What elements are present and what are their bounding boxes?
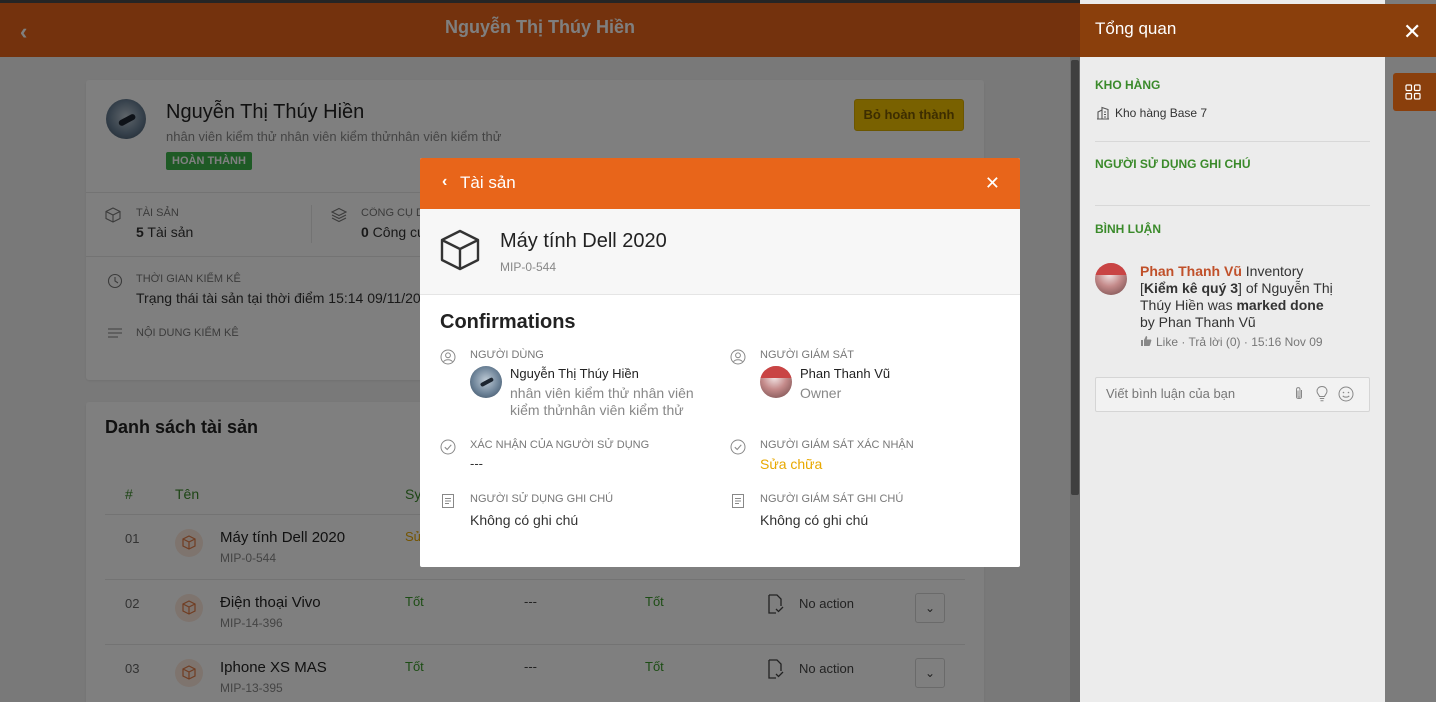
chevron-left-icon[interactable]: ‹: [442, 173, 447, 191]
modal-title: Tài sản: [460, 173, 516, 192]
comment-author[interactable]: Phan Thanh Vũ: [1140, 263, 1242, 279]
user-note-value: Không có ghi chú: [470, 512, 579, 528]
comment-avatar: [1095, 263, 1127, 295]
supervisor-role: Owner: [800, 385, 842, 401]
supervisor-confirm-label: NGƯỜI GIÁM SÁT XÁC NHẬN: [760, 439, 914, 451]
asset-summary: Máy tính Dell 2020 MIP-0-544: [420, 209, 1020, 295]
asset-code: MIP-0-544: [500, 260, 557, 274]
user-icon: [440, 349, 456, 365]
divider: [1095, 141, 1370, 142]
check-circle-icon: [440, 439, 456, 455]
box-icon: [440, 229, 480, 271]
side-rail-header: ✕: [1385, 4, 1436, 57]
user-role-line-2: kiểm thửnhân viên kiểm thử: [510, 402, 684, 418]
user-role-line-1: nhân viên kiểm thử nhân viên: [510, 385, 694, 401]
note-icon: [732, 494, 744, 508]
overview-header: Tổng quan: [1080, 4, 1385, 57]
supervisor-label: NGƯỜI GIÁM SÁT: [760, 349, 854, 361]
supervisor-note-value: Không có ghi chú: [760, 512, 869, 528]
user-confirm-value: ---: [470, 456, 483, 471]
confirmations-title: Confirmations: [440, 311, 576, 333]
overview-title: Tổng quan: [1095, 19, 1177, 38]
attachment-icon[interactable]: [1293, 386, 1305, 402]
close-icon[interactable]: ✕: [985, 173, 1000, 194]
user-name: Nguyễn Thị Thúy Hiền: [510, 366, 639, 381]
warehouse-label: KHO HÀNG: [1095, 78, 1161, 92]
lightbulb-icon[interactable]: [1315, 385, 1329, 403]
user-note-label: NGƯỜI SỬ DỤNG GHI CHÚ: [1095, 157, 1251, 171]
comments-label: BÌNH LUẬN: [1095, 222, 1161, 236]
emoji-icon[interactable]: [1338, 386, 1354, 402]
asset-modal: ‹ Tài sản ✕ Máy tính Dell 2020 MIP-0-544…: [420, 158, 1020, 567]
comment-body: Phan Thanh Vũ Inventory [Kiểm kê quý 3] …: [1140, 263, 1333, 330]
warehouse-value: Kho hàng Base 7: [1115, 106, 1208, 120]
user-confirm-label: XÁC NHẬN CỦA NGƯỜI SỬ DỤNG: [470, 439, 650, 451]
comment-placeholder: Viết bình luận của bạn: [1106, 386, 1236, 401]
supervisor-avatar: [760, 366, 792, 398]
user-note-label: NGƯỜI SỬ DỤNG GHI CHÚ: [470, 493, 614, 505]
grid-icon: [1405, 84, 1421, 100]
check-circle-icon: [730, 439, 746, 455]
thumbs-up-icon[interactable]: [1140, 335, 1152, 347]
grid-view-button[interactable]: [1393, 73, 1436, 111]
modal-header: ‹ Tài sản ✕: [420, 158, 1020, 209]
comment-meta[interactable]: Like · Trả lời (0) · 15:16 Nov 09: [1156, 335, 1323, 349]
supervisor-confirm-value: Sửa chữa: [760, 456, 823, 472]
note-icon: [442, 494, 454, 508]
avatar: [470, 366, 502, 398]
user-icon: [730, 349, 746, 365]
overview-panel: Tổng quan KHO HÀNG Kho hàng Base 7 NGƯỜI…: [1080, 0, 1385, 702]
user-label: NGƯỜI DÙNG: [470, 349, 544, 361]
divider: [1095, 205, 1370, 206]
side-rail: ✕: [1385, 0, 1436, 702]
supervisor-name: Phan Thanh Vũ: [800, 366, 891, 381]
close-panel-icon[interactable]: ✕: [1403, 19, 1421, 45]
scrollbar-thumb[interactable]: [1071, 60, 1079, 495]
building-icon: [1097, 106, 1109, 120]
supervisor-note-label: NGƯỜI GIÁM SÁT GHI CHÚ: [760, 493, 904, 505]
asset-name: Máy tính Dell 2020: [500, 230, 667, 252]
